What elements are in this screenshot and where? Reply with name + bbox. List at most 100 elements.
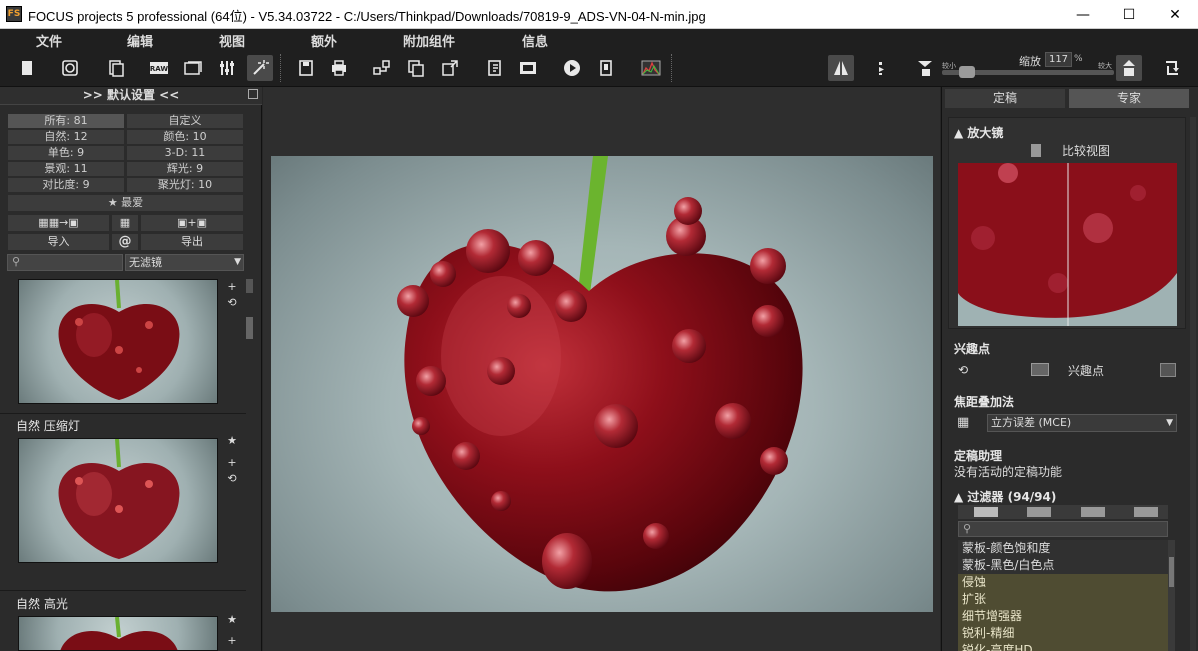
poi-copy-icon[interactable] (1160, 363, 1176, 377)
share-button[interactable]: @ (111, 233, 139, 251)
magnifier-title-text: 放大镜 (967, 126, 1004, 140)
menu-file[interactable]: 文件 (36, 31, 62, 50)
camera-icon[interactable] (57, 55, 83, 81)
play-icon[interactable] (559, 55, 585, 81)
filter-search-input[interactable]: ⚲ (958, 521, 1168, 537)
zoom-fit-icon[interactable] (912, 55, 938, 81)
panel-float-icon[interactable] (248, 89, 258, 99)
new-file-icon[interactable] (14, 55, 40, 81)
image-canvas[interactable] (263, 87, 940, 651)
export-button[interactable]: 导出 (140, 233, 244, 251)
magnifier-title[interactable]: ▲ 放大镜 (954, 124, 1003, 141)
filter-item[interactable]: 扩张 (958, 591, 1168, 608)
grid-share-icon[interactable]: ▦ (111, 214, 139, 232)
images-icon[interactable] (180, 55, 206, 81)
preset-label: 自然 压缩灯 (16, 419, 80, 433)
export-grid-icon[interactable]: ▣+▣ (140, 214, 244, 232)
magnifier-preview[interactable] (958, 163, 1177, 326)
filter-item[interactable]: 锐利-精细 (958, 625, 1168, 642)
dots-menu-icon[interactable] (868, 55, 894, 81)
refresh-icon[interactable]: ⟲ (226, 297, 238, 309)
filters-title-text: 过滤器 (967, 490, 1004, 504)
main-photo[interactable] (271, 156, 933, 612)
category-mono[interactable]: 单色: 9 (7, 145, 125, 161)
film-icon[interactable] (515, 55, 541, 81)
preset-thumbnail[interactable] (18, 616, 218, 651)
menu-view[interactable]: 视图 (219, 31, 245, 50)
category-natural[interactable]: 自然: 12 (7, 129, 125, 145)
magic-wand-icon[interactable] (247, 55, 273, 81)
view-list-icon[interactable] (974, 507, 998, 517)
category-contrast[interactable]: 对比度: 9 (7, 177, 125, 193)
menu-addons[interactable]: 附加组件 (403, 31, 455, 50)
raw-icon[interactable]: RAW (146, 55, 172, 81)
filter-item[interactable]: 蒙板-黑色/白色点 (958, 557, 1168, 574)
preset-thumbnail[interactable] (18, 438, 218, 563)
print-icon[interactable] (326, 55, 352, 81)
star-icon[interactable]: ★ (226, 435, 238, 447)
star-icon[interactable]: ★ (226, 614, 238, 626)
filter-select[interactable]: 无滤镜 ▼ (125, 254, 244, 271)
compare-view-checkbox[interactable] (1031, 144, 1041, 157)
menu-info[interactable]: 信息 (522, 31, 548, 50)
plus-icon[interactable]: + (226, 635, 238, 647)
tab-expert[interactable]: 专家 (1069, 89, 1189, 108)
favorites-button[interactable]: ★ 最爱 (7, 194, 244, 212)
category-3d[interactable]: 3-D: 11 (126, 145, 244, 161)
filter-item[interactable]: 侵蚀 (958, 574, 1168, 591)
scrollbar-up-arrow[interactable] (246, 279, 253, 293)
copy-icon[interactable] (403, 55, 429, 81)
filter-list-scroll-thumb[interactable] (1169, 557, 1174, 587)
export-image-icon[interactable] (437, 55, 463, 81)
zoom-slider-handle[interactable] (959, 66, 975, 78)
filter-item[interactable]: 蒙板-颜色饱和度 (958, 540, 1168, 557)
category-color[interactable]: 颜色: 10 (126, 129, 244, 145)
menu-extra[interactable]: 额外 (311, 31, 337, 50)
maximize-button[interactable]: ☐ (1106, 0, 1152, 29)
category-custom[interactable]: 自定义 (126, 113, 244, 129)
close-button[interactable]: ✕ (1152, 0, 1198, 29)
refresh-icon[interactable]: ⟲ (958, 363, 970, 377)
import-grid-icon[interactable]: ▦▦→▣ (7, 214, 110, 232)
category-spotlight[interactable]: 聚光灯: 10 (126, 177, 244, 193)
chevron-down-icon: ▼ (1166, 418, 1173, 428)
minimize-button[interactable]: — (1060, 0, 1106, 29)
menu-edit[interactable]: 编辑 (127, 31, 153, 50)
category-landscape[interactable]: 景观: 11 (7, 161, 125, 177)
zoom-in-icon[interactable] (1116, 55, 1142, 81)
poi-toggle-icon[interactable] (1031, 363, 1049, 376)
import-button[interactable]: 导入 (7, 233, 110, 251)
save-icon[interactable] (293, 55, 319, 81)
presets-header[interactable]: >> 默认设置 << (0, 87, 262, 105)
histogram-icon[interactable] (638, 55, 664, 81)
finalize-status: 没有活动的定稿功能 (954, 465, 1063, 479)
refresh-icon[interactable]: ⟲ (226, 473, 238, 485)
plus-icon[interactable]: + (226, 457, 238, 469)
preset-search-input[interactable]: ⚲ (7, 254, 123, 271)
zoom-value-input[interactable]: 117 (1045, 52, 1072, 67)
view-large-icon[interactable] (1134, 507, 1158, 517)
filters-title[interactable]: ▲ 过滤器 (94/94) (954, 488, 1056, 505)
preset-thumbnail[interactable] (18, 279, 218, 404)
view-thumbs-icon[interactable] (1081, 507, 1105, 517)
scrollbar-thumb[interactable] (246, 317, 253, 339)
search-icon: ⚲ (12, 255, 21, 268)
bookmark-icon[interactable] (482, 55, 508, 81)
batch-icon[interactable] (369, 55, 395, 81)
tab-finalize[interactable]: 定稿 (945, 89, 1065, 108)
grid-icon[interactable]: ▦ (957, 415, 979, 431)
view-compact-icon[interactable] (1027, 507, 1051, 517)
category-glow[interactable]: 辉光: 9 (126, 161, 244, 177)
sliders-icon[interactable] (214, 55, 240, 81)
book-icon[interactable] (593, 55, 619, 81)
filter-item[interactable]: 细节增强器 (958, 608, 1168, 625)
focus-stack-select[interactable]: 立方误差 (MCE) ▼ (987, 414, 1177, 432)
split-view-icon[interactable] (828, 55, 854, 81)
rotate-icon[interactable] (1159, 55, 1185, 81)
scrollbar[interactable] (1190, 117, 1196, 651)
document-stack-icon[interactable] (103, 55, 129, 81)
plus-icon[interactable]: + (226, 281, 238, 293)
filter-item[interactable]: 锐化-高度HD (958, 642, 1168, 651)
toolbar-separator (280, 54, 281, 82)
category-all[interactable]: 所有: 81 (7, 113, 125, 129)
